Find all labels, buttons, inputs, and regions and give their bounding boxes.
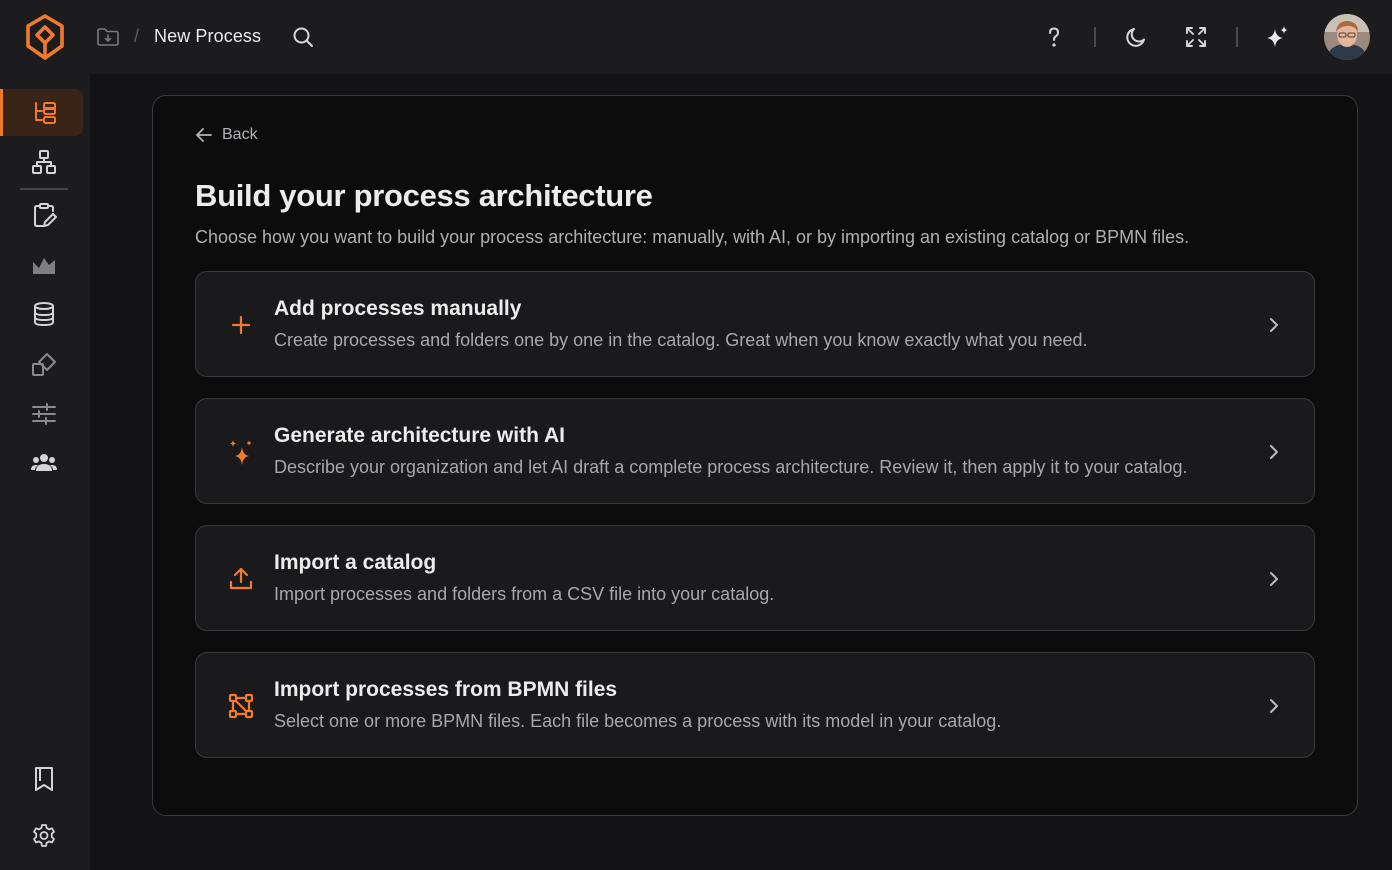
main-content: Back Build your process architecture Cho… bbox=[90, 74, 1392, 870]
process-tree-icon bbox=[34, 101, 56, 124]
upload-icon bbox=[229, 567, 253, 590]
toolbar-divider bbox=[1094, 27, 1096, 47]
landscape-icon bbox=[33, 258, 55, 274]
page-subtitle: Choose how you want to build your proces… bbox=[195, 227, 1190, 247]
flow-icon bbox=[228, 693, 254, 719]
chevron-right-icon bbox=[1270, 699, 1278, 713]
avatar[interactable] bbox=[1324, 14, 1370, 60]
expand-icon[interactable] bbox=[1184, 25, 1208, 49]
gear-icon bbox=[33, 824, 55, 847]
chevron-right-icon bbox=[1270, 445, 1278, 459]
sidebar-item-bookmarks[interactable] bbox=[20, 757, 68, 801]
sidebar-item-hierarchy[interactable] bbox=[20, 140, 68, 184]
sparkle-icon bbox=[230, 440, 251, 465]
hierarchy-icon bbox=[32, 150, 56, 174]
option-title: Generate architecture with AI bbox=[274, 424, 565, 447]
option-description: Create processes and folders one by one … bbox=[274, 330, 1088, 350]
sidebar-item-settings[interactable] bbox=[20, 814, 68, 858]
sidebar-divider bbox=[20, 188, 68, 190]
back-button[interactable]: Back bbox=[195, 124, 258, 146]
sparkle-icon[interactable] bbox=[1264, 24, 1290, 50]
database-icon bbox=[34, 302, 54, 327]
chevron-right-icon bbox=[1270, 318, 1278, 332]
back-label: Back bbox=[222, 126, 258, 143]
sidebar-item-database[interactable] bbox=[20, 292, 68, 336]
chevron-right-icon bbox=[1270, 572, 1278, 586]
option-title: Import a catalog bbox=[274, 551, 437, 574]
option-add-manually[interactable]: Add processes manually Create processes … bbox=[195, 271, 1315, 377]
shapes-icon bbox=[32, 353, 56, 376]
arrow-left-icon bbox=[196, 128, 212, 142]
sidebar bbox=[0, 74, 90, 870]
sidebar-item-settings-sliders[interactable] bbox=[20, 392, 68, 436]
option-title: Import processes from BPMN files bbox=[274, 678, 618, 701]
sidebar-item-shapes[interactable] bbox=[20, 342, 68, 386]
page-title: Build your process architecture bbox=[195, 178, 653, 213]
option-import-bpmn[interactable]: Import processes from BPMN files Select … bbox=[195, 652, 1315, 758]
plus-icon bbox=[231, 315, 251, 335]
folder-icon[interactable] bbox=[96, 26, 120, 48]
option-generate-ai[interactable]: Generate architecture with AI Describe y… bbox=[195, 398, 1315, 504]
breadcrumb-current[interactable]: New Process bbox=[154, 26, 261, 47]
app-logo-icon[interactable] bbox=[24, 13, 66, 61]
option-title: Add processes manually bbox=[274, 297, 522, 320]
option-description: Import processes and folders from a CSV … bbox=[274, 584, 775, 604]
bookmark-icon bbox=[35, 767, 53, 791]
option-description: Describe your organization and let AI dr… bbox=[274, 457, 1188, 477]
sidebar-item-users[interactable] bbox=[20, 441, 68, 485]
architecture-card: Back Build your process architecture Cho… bbox=[152, 95, 1358, 816]
sliders-icon bbox=[32, 403, 56, 425]
clipboard-edit-icon bbox=[34, 203, 57, 227]
help-icon[interactable] bbox=[1042, 25, 1066, 49]
option-import-catalog[interactable]: Import a catalog Import processes and fo… bbox=[195, 525, 1315, 631]
users-icon bbox=[31, 454, 57, 471]
sidebar-item-landscape[interactable] bbox=[20, 243, 68, 287]
sidebar-item-process-tree[interactable] bbox=[0, 89, 83, 136]
option-description: Select one or more BPMN files. Each file… bbox=[274, 711, 1002, 731]
toolbar-divider bbox=[1236, 27, 1238, 47]
top-bar: / New Process bbox=[0, 0, 1392, 74]
breadcrumb-separator: / bbox=[134, 26, 140, 46]
search-icon[interactable] bbox=[291, 25, 315, 49]
moon-icon[interactable] bbox=[1124, 25, 1148, 49]
sidebar-item-tasks[interactable] bbox=[20, 193, 68, 237]
